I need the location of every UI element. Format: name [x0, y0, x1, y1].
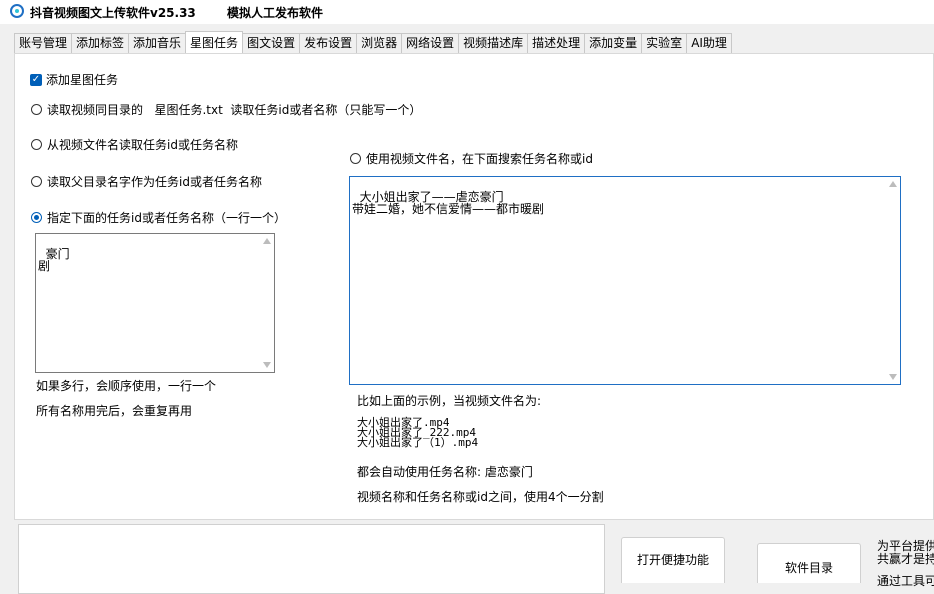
radio-circle-icon	[31, 139, 42, 150]
promo-text-3: 通过工具可	[877, 574, 934, 588]
tab-star-task[interactable]: 星图任务	[185, 31, 244, 53]
tab-publish[interactable]: 发布设置	[299, 33, 358, 53]
tab-tags[interactable]: 添加标签	[71, 33, 130, 53]
window-title: 抖音视频图文上传软件v25.33	[30, 6, 196, 20]
specified-task-text: 豪门 剧	[38, 247, 70, 273]
radio-parent-dir-label: 读取父目录名字作为任务id或者任务名称	[47, 175, 262, 189]
radio-parent-dir[interactable]: 读取父目录名字作为任务id或者任务名称	[31, 173, 262, 190]
specified-task-textarea[interactable]: 豪门 剧	[35, 233, 275, 373]
window-subtitle: 模拟人工发布软件	[227, 6, 324, 20]
radio-specified[interactable]: 指定下面的任务id或者任务名称（一行一个）	[31, 209, 286, 226]
add-star-task-checkbox[interactable]: ✓ 添加星图任务	[30, 71, 118, 88]
separator-note: 视频名称和任务名称或id之间，使用4个一分割	[357, 490, 604, 504]
tab-lab[interactable]: 实验室	[641, 33, 688, 53]
radio-circle-icon	[31, 176, 42, 187]
tab-browser[interactable]: 浏览器	[356, 33, 403, 53]
promo-text-2: 共赢才是持	[877, 552, 934, 566]
tab-network[interactable]: 网络设置	[401, 33, 460, 53]
scroll-down-icon[interactable]	[889, 374, 897, 380]
radio-circle-icon	[31, 104, 42, 115]
tab-ai-assistant[interactable]: AI助理	[686, 33, 732, 53]
reuse-note: 所有名称用完后，会重复再用	[36, 404, 193, 418]
search-task-textarea[interactable]: 大小姐出家了——虐恋豪门 带娃二婚，她不信爱情——都市暖剧	[349, 176, 901, 385]
radio-same-dir-label: 读取视频同目录的 星图任务.txt 读取任务id或者名称（只能写一个）	[47, 103, 422, 117]
radio-selected-icon	[31, 212, 42, 223]
radio-from-filename[interactable]: 从视频文件名读取任务id或任务名称	[31, 136, 238, 153]
example-file-list: 大小姐出家了.mp4 大小姐出家了_222.mp4 大小姐出家了（1）.mp4	[357, 416, 479, 449]
scroll-down-icon[interactable]	[263, 362, 271, 368]
app-logo-icon	[10, 4, 24, 18]
radio-same-dir[interactable]: 读取视频同目录的 星图任务.txt 读取任务id或者名称（只能写一个）	[31, 101, 421, 118]
tab-bar: 账号管理 添加标签 添加音乐 星图任务 图文设置 发布设置 浏览器 网络设置 视…	[14, 31, 732, 53]
radio-search-filename-label: 使用视频文件名，在下面搜索任务名称或id	[366, 152, 593, 166]
checkmark-icon: ✓	[30, 73, 42, 86]
radio-from-filename-label: 从视频文件名读取任务id或任务名称	[47, 138, 238, 152]
tab-account[interactable]: 账号管理	[14, 33, 73, 53]
multi-line-note: 如果多行，会顺序使用，一行一个	[36, 379, 217, 393]
tab-description-process[interactable]: 描述处理	[527, 33, 586, 53]
log-output-box[interactable]	[18, 524, 605, 594]
auto-use-note: 都会自动使用任务名称: 虐恋豪门	[357, 465, 533, 479]
tab-image-text[interactable]: 图文设置	[242, 33, 301, 53]
tab-music[interactable]: 添加音乐	[128, 33, 187, 53]
scroll-up-icon[interactable]	[263, 238, 271, 244]
software-dir-button[interactable]: 软件目录	[757, 543, 861, 583]
radio-specified-label: 指定下面的任务id或者任务名称（一行一个）	[47, 211, 286, 225]
radio-circle-icon	[350, 153, 361, 164]
search-task-text: 大小姐出家了——虐恋豪门 带娃二婚，她不信爱情——都市暖剧	[352, 190, 545, 216]
tab-variables[interactable]: 添加变量	[584, 33, 643, 53]
tab-description-lib[interactable]: 视频描述库	[458, 33, 529, 53]
example-intro: 比如上面的示例，当视频文件名为:	[357, 394, 542, 408]
open-shortcut-button[interactable]: 打开便捷功能	[621, 537, 725, 583]
radio-search-filename[interactable]: 使用视频文件名，在下面搜索任务名称或id	[350, 150, 593, 167]
add-star-task-label: 添加星图任务	[46, 73, 119, 87]
scroll-up-icon[interactable]	[889, 181, 897, 187]
